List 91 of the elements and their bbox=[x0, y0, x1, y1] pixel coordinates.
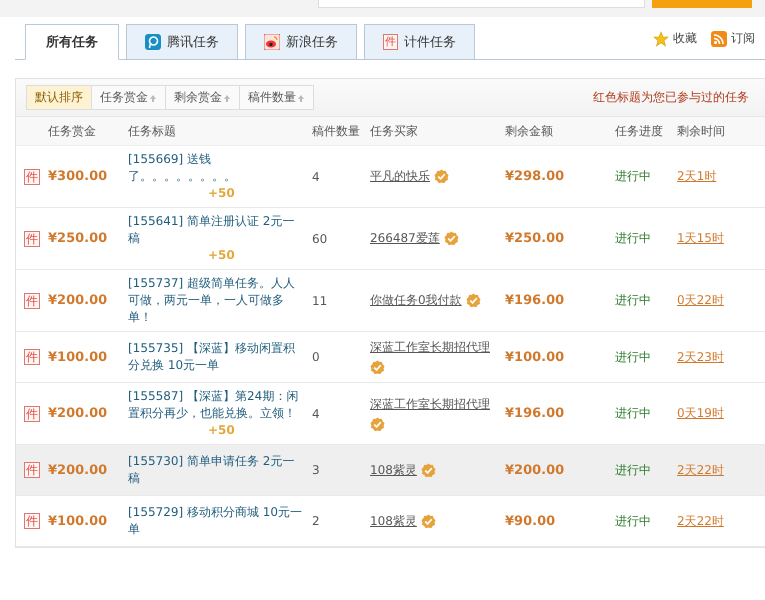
column-header: 任务买家 bbox=[370, 122, 419, 140]
remaining-amount: ¥90.00 bbox=[505, 514, 556, 528]
column-header: 剩余时间 bbox=[677, 122, 726, 140]
sort-button[interactable]: 默认排序 bbox=[27, 86, 92, 109]
reward-amount: ¥300.00 bbox=[48, 169, 108, 184]
submission-count: 4 bbox=[312, 406, 321, 420]
star-icon bbox=[653, 30, 669, 46]
reward-amount: ¥100.00 bbox=[48, 514, 108, 528]
piece-badge: 件 bbox=[24, 168, 40, 184]
table-row[interactable]: 件 ¥200.00 [155737] 超级简单任务。人人可做，两元一单，一人可做多单！ 11 你做任务0我付款 ¥196.00 进行中 0天22时 bbox=[16, 270, 765, 332]
piece-badge: 件 bbox=[24, 462, 40, 478]
reward-amount: ¥200.00 bbox=[48, 462, 108, 478]
remaining-amount: ¥100.00 bbox=[505, 350, 566, 364]
tab[interactable]: 件 计件任务 bbox=[364, 24, 475, 60]
bonus-points: +50 bbox=[208, 185, 235, 202]
buyer-link[interactable]: 深蓝工作室长期招代理 bbox=[370, 396, 490, 412]
task-title-link[interactable]: [155669] 送钱了。。。。。。。。 bbox=[128, 151, 304, 185]
verified-badge-icon bbox=[466, 293, 481, 308]
buyer-link[interactable]: 108紫灵 bbox=[370, 462, 417, 478]
reward-amount: ¥250.00 bbox=[48, 231, 108, 246]
sort-button[interactable]: 剩余赏金 bbox=[166, 86, 240, 109]
search-field[interactable] bbox=[318, 0, 645, 8]
progress-status: 进行中 bbox=[615, 405, 652, 422]
progress-status: 进行中 bbox=[615, 512, 652, 530]
remaining-amount: ¥200.00 bbox=[505, 462, 566, 478]
table-row[interactable]: 件 ¥300.00 [155669] 送钱了。。。。。。。。 +50 4 平凡的快乐 ¥298.00 进行中 2天1时 bbox=[16, 146, 765, 208]
task-title-link[interactable]: [155737] 超级简单任务。人人可做，两元一单，一人可做多单！ bbox=[128, 275, 304, 326]
reward-amount: ¥200.00 bbox=[48, 406, 108, 421]
tab[interactable]: 新浪任务 bbox=[245, 24, 357, 60]
buyer-link[interactable]: 你做任务0我付款 bbox=[370, 292, 462, 309]
piece-badge: 件 bbox=[24, 406, 40, 422]
table-row[interactable]: 件 ¥200.00 [155730] 简单申请任务 2元一稿 3 108紫灵 ¥200.00 进行中 2天22时 bbox=[16, 445, 765, 496]
reward-amount: ¥200.00 bbox=[48, 293, 108, 308]
sort-arrow-icon bbox=[297, 94, 305, 102]
verified-badge-icon bbox=[420, 462, 436, 478]
task-title-link[interactable]: [155587] 【深蓝】第24期：闲置积分再少，也能兑换。立领！ bbox=[128, 388, 304, 422]
header-link[interactable]: 订阅 bbox=[711, 30, 755, 47]
submission-count: 3 bbox=[312, 463, 321, 477]
submission-count: 4 bbox=[312, 170, 321, 184]
table-row[interactable]: 件 ¥100.00 [155735] 【深蓝】移动闲置积分兑换 10元一单 0 深蓝工作室长期招代理 ¥100.00 进行中 2天23时 bbox=[16, 332, 765, 383]
verified-badge-icon bbox=[370, 416, 385, 432]
verified-badge-icon bbox=[420, 514, 436, 528]
sort-button[interactable]: 任务赏金 bbox=[92, 86, 166, 109]
tab[interactable]: 所有任务 bbox=[25, 24, 119, 60]
remaining-amount: ¥196.00 bbox=[505, 293, 566, 308]
column-header: 稿件数量 bbox=[312, 122, 361, 140]
bonus-points: +50 bbox=[208, 247, 235, 264]
reward-amount: ¥100.00 bbox=[48, 350, 108, 364]
progress-status: 进行中 bbox=[615, 168, 652, 185]
search-button[interactable] bbox=[652, 0, 752, 8]
remaining-amount: ¥298.00 bbox=[505, 169, 566, 184]
piece-badge: 件 bbox=[24, 513, 40, 529]
eye-logo-icon bbox=[264, 34, 280, 50]
sort-arrow-icon bbox=[149, 94, 157, 102]
column-header: 任务赏金 bbox=[48, 122, 97, 140]
buyer-link[interactable]: 深蓝工作室长期招代理 bbox=[370, 339, 490, 356]
submission-count: 2 bbox=[312, 514, 321, 528]
notice-text: 红色标题为您已参与过的任务 bbox=[593, 89, 749, 106]
remaining-amount: ¥196.00 bbox=[505, 406, 566, 421]
progress-status: 进行中 bbox=[615, 348, 652, 366]
tab[interactable]: 腾讯任务 bbox=[126, 24, 238, 60]
verified-badge-icon bbox=[444, 231, 459, 246]
buyer-link[interactable]: 266487爱莲 bbox=[370, 230, 440, 247]
column-header: 任务进度 bbox=[615, 122, 664, 140]
progress-status: 进行中 bbox=[615, 230, 652, 247]
verified-badge-icon bbox=[434, 169, 449, 184]
sort-arrow-icon bbox=[223, 94, 231, 102]
speech-bubble-icon bbox=[145, 34, 161, 50]
table-row[interactable]: 件 ¥250.00 [155641] 简单注册认证 2元一稿 +50 60 266487爱莲 ¥250.00 进行中 1天15时 bbox=[16, 208, 765, 270]
piece-badge: 件 bbox=[24, 292, 40, 308]
task-title-link[interactable]: [155729] 移动积分商城 10元一单 bbox=[128, 504, 304, 538]
task-title-link[interactable]: [155641] 简单注册认证 2元一稿 bbox=[128, 213, 304, 247]
rss-icon bbox=[711, 30, 727, 46]
buyer-link[interactable]: 108紫灵 bbox=[370, 512, 417, 530]
piece-badge: 件 bbox=[383, 34, 398, 50]
remaining-amount: ¥250.00 bbox=[505, 231, 566, 246]
submission-count: 60 bbox=[312, 232, 328, 246]
buyer-link[interactable]: 平凡的快乐 bbox=[370, 168, 430, 185]
bonus-points: +50 bbox=[208, 422, 235, 439]
submission-count: 0 bbox=[312, 350, 321, 364]
task-title-link[interactable]: [155735] 【深蓝】移动闲置积分兑换 10元一单 bbox=[128, 340, 304, 374]
task-title-link[interactable]: [155730] 简单申请任务 2元一稿 bbox=[128, 453, 304, 487]
header-link[interactable]: 收藏 bbox=[653, 30, 697, 47]
progress-status: 进行中 bbox=[615, 462, 652, 478]
piece-badge: 件 bbox=[24, 230, 40, 246]
verified-badge-icon bbox=[370, 360, 385, 375]
submission-count: 11 bbox=[312, 294, 328, 308]
piece-badge: 件 bbox=[24, 349, 40, 365]
column-header: 任务标题 bbox=[128, 122, 177, 140]
column-header: 剩余金额 bbox=[505, 122, 554, 140]
progress-status: 进行中 bbox=[615, 292, 652, 309]
